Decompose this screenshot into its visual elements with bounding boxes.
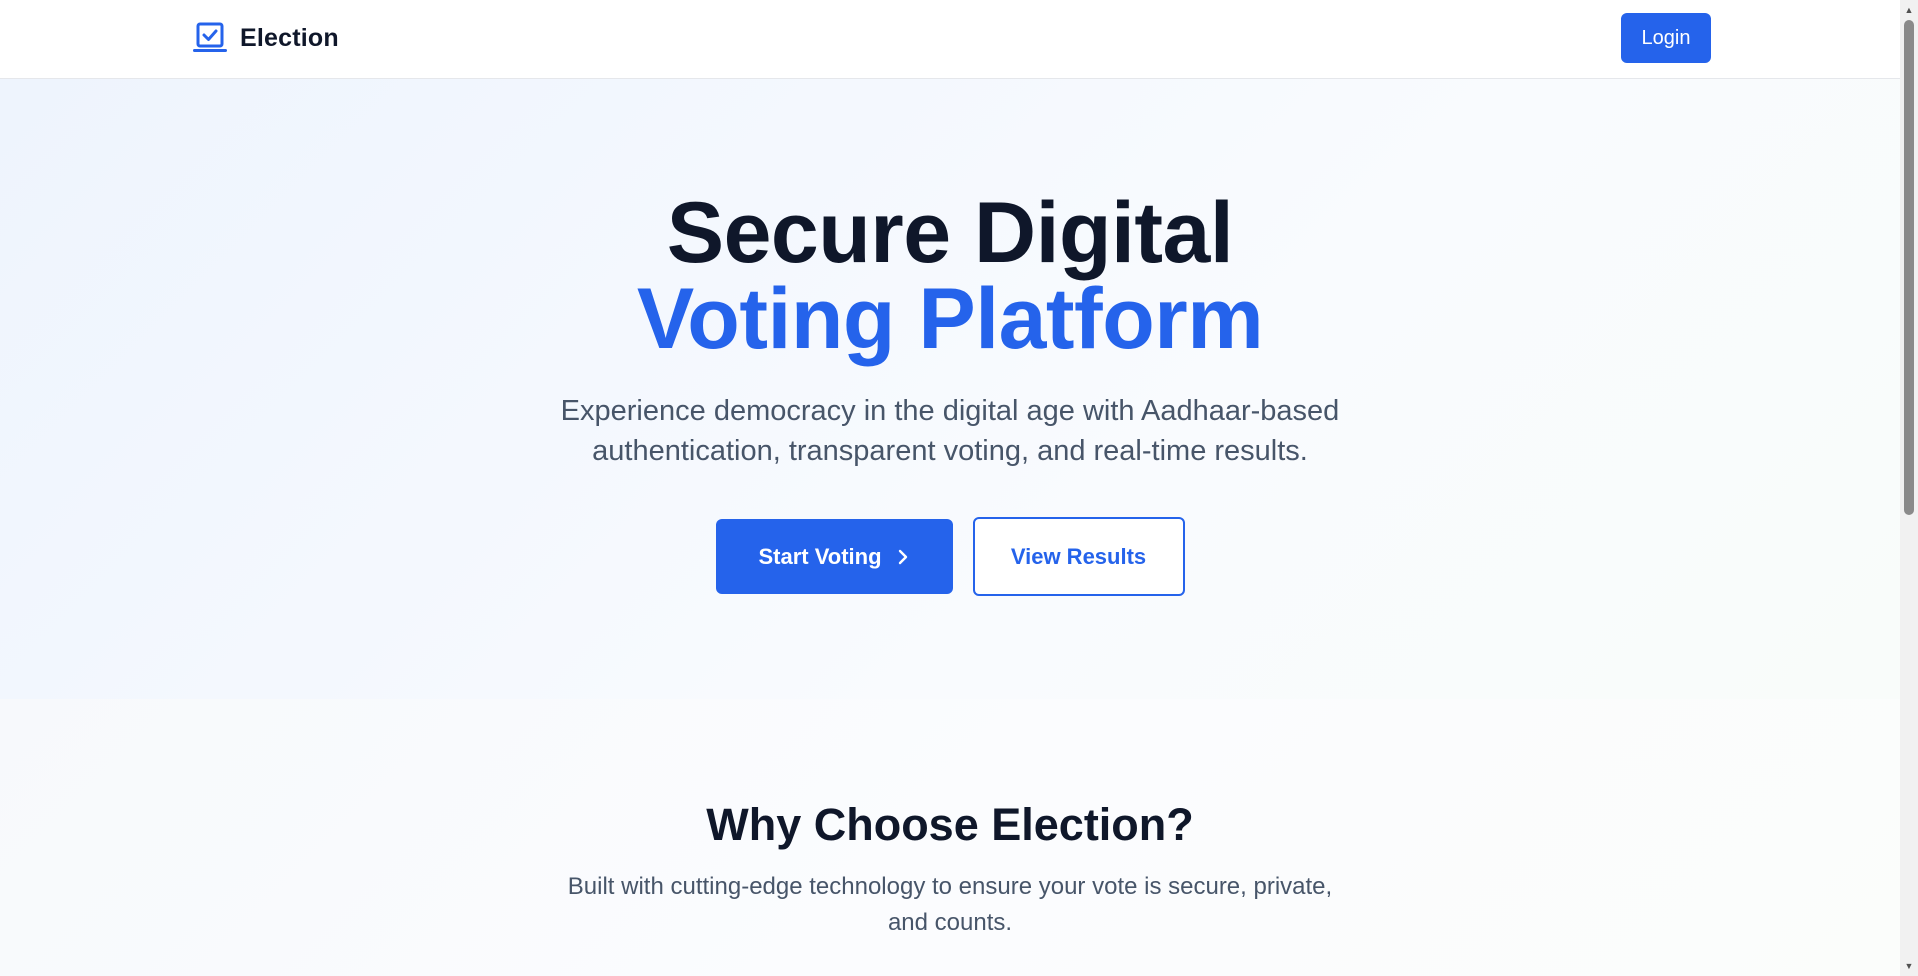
hero-title-line2: Voting Platform xyxy=(636,271,1264,367)
features-subtitle-line1: Built with cutting-edge technology to en… xyxy=(567,873,1333,900)
start-voting-button[interactable]: Start Voting xyxy=(715,519,953,594)
page-scrollbar[interactable]: ▲ ▼ xyxy=(1900,0,1918,976)
scroll-down-arrow-icon[interactable]: ▼ xyxy=(1900,958,1918,974)
features-title: Why Choose Election? xyxy=(706,799,1194,850)
hero-title-line1: Secure Digital xyxy=(666,185,1234,281)
scrollbar-thumb[interactable] xyxy=(1904,20,1914,515)
start-voting-label: Start Voting xyxy=(758,543,882,569)
hero-subtitle: Experience democracy in the digital age … xyxy=(540,391,1360,471)
brand-name: Election xyxy=(240,23,339,52)
vote-laptop-check-icon xyxy=(193,22,227,52)
hero-section: Secure Digital Voting Platform Experienc… xyxy=(0,79,1900,699)
brand-logo[interactable]: Election xyxy=(192,22,339,54)
hero-subtitle-line2: authentication, transparent voting, and … xyxy=(592,435,1308,467)
features-subtitle-line2: and counts. xyxy=(887,909,1013,936)
top-nav: Election Login xyxy=(0,0,1900,79)
hero-actions: Start Voting View Results xyxy=(0,517,1900,596)
login-button[interactable]: Login xyxy=(1621,13,1711,63)
features-subtitle: Built with cutting-edge technology to en… xyxy=(540,869,1360,941)
hero-subtitle-line1: Experience democracy in the digital age … xyxy=(560,395,1340,427)
view-results-button[interactable]: View Results xyxy=(972,517,1185,596)
scroll-up-arrow-icon[interactable]: ▲ xyxy=(1900,2,1918,18)
chevron-right-icon xyxy=(898,549,907,564)
page: Election Login Secure Digital Voting Pla… xyxy=(0,0,1900,976)
features-section: Why Choose Election? Built with cutting-… xyxy=(0,699,1900,976)
